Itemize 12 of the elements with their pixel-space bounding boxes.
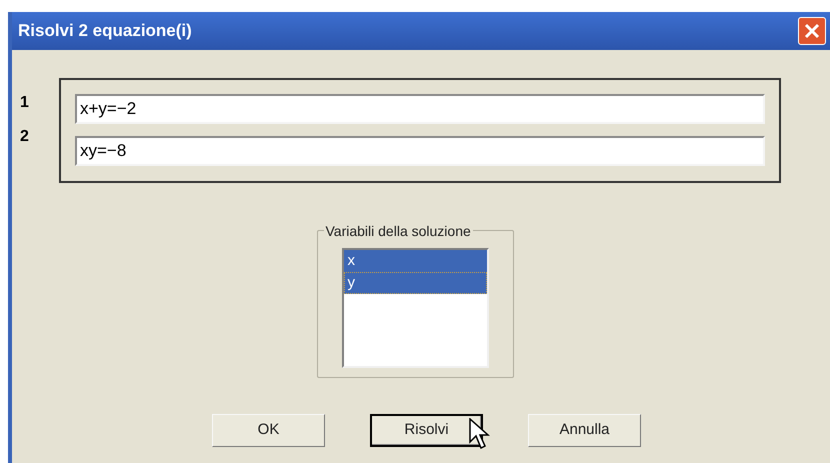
equation-number: 2 xyxy=(20,128,30,146)
close-button[interactable] xyxy=(798,17,826,45)
mouse-cursor-icon xyxy=(469,418,491,450)
dialog-button[interactable]: OK xyxy=(212,414,325,447)
close-icon xyxy=(804,23,820,39)
variable-item[interactable]: y xyxy=(344,272,486,294)
equation-field[interactable]: xy=−8 xyxy=(75,136,765,166)
equation-number: 1 xyxy=(20,94,30,112)
equation-field[interactable]: x+y=−2 xyxy=(75,94,765,124)
dialog-button[interactable]: Annulla xyxy=(528,414,641,447)
variable-item[interactable]: x xyxy=(344,250,486,272)
window-title: Risolvi 2 equazione(i) xyxy=(18,20,192,42)
